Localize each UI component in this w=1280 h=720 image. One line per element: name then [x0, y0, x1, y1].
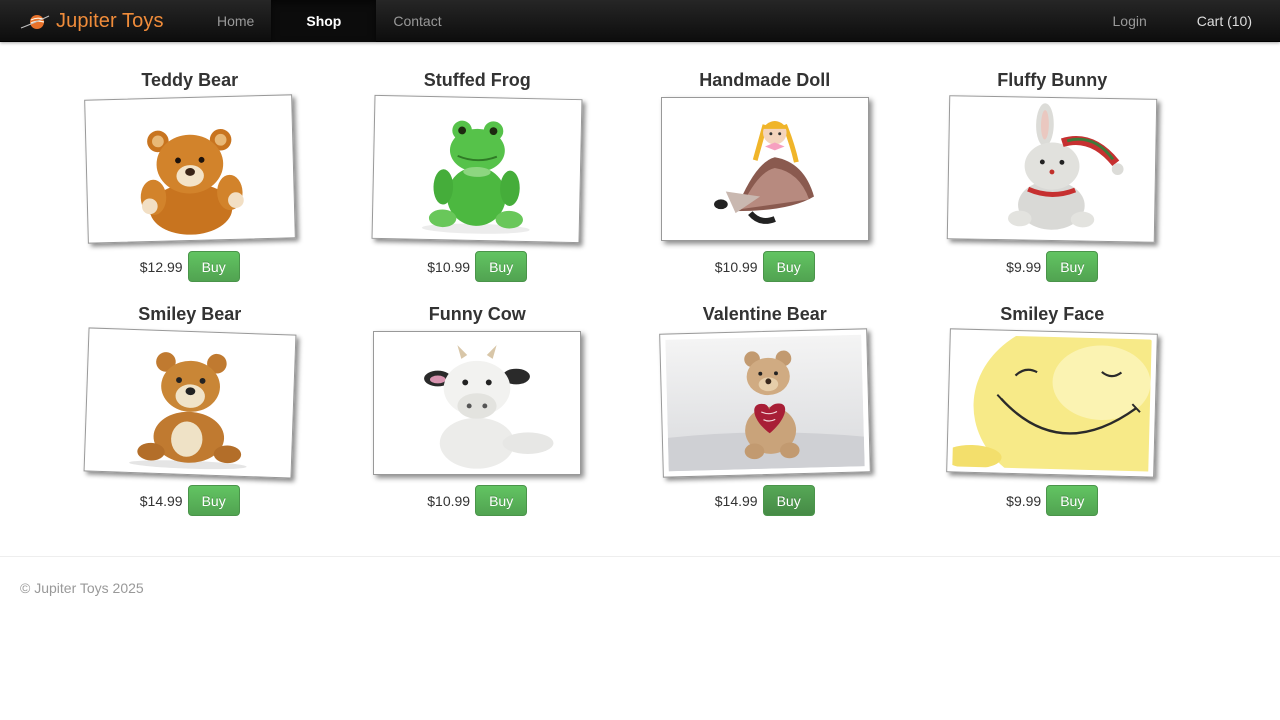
nav-home-link[interactable]: Home — [200, 0, 271, 42]
footer-divider — [0, 556, 1280, 557]
product-title: Smiley Bear — [138, 304, 242, 324]
brand[interactable]: Jupiter Toys — [20, 0, 164, 42]
product-title: Handmade Doll — [699, 70, 831, 90]
product-title: Smiley Face — [1000, 304, 1105, 324]
product-image-frame — [947, 95, 1158, 243]
product-title: Funny Cow — [428, 304, 526, 324]
cart-link[interactable]: Cart (10) — [1197, 13, 1252, 29]
smiley-face-image — [952, 334, 1152, 472]
buy-button[interactable]: Buy — [187, 485, 240, 516]
buy-row: $14.99 Buy — [715, 485, 815, 516]
product-card: Valentine Bear $14.99 Buy — [621, 302, 909, 536]
product-card: Funny Cow $10.99 Buy — [334, 302, 622, 536]
product-price: $9.99 — [1006, 492, 1042, 509]
product-card: Smiley Bear $14.99 Buy — [46, 302, 334, 536]
buy-row: $10.99 Buy — [715, 251, 815, 282]
product-image-frame — [373, 331, 582, 475]
buy-row: $14.99 Buy — [140, 485, 240, 516]
buy-button[interactable]: Buy — [187, 251, 240, 282]
login-link[interactable]: Login — [1113, 13, 1147, 29]
buy-button[interactable]: Buy — [1046, 485, 1099, 516]
product-title: Fluffy Bunny — [997, 70, 1108, 90]
product-title: Teddy Bear — [141, 70, 239, 90]
product-image-frame — [83, 327, 297, 479]
product-grid: Teddy Bear $12.99 Buy Stuffed Frog $10.9… — [46, 68, 1196, 536]
footer-copyright: © Jupiter Toys 2025 — [20, 580, 144, 596]
product-image-frame — [946, 328, 1159, 478]
buy-button[interactable]: Buy — [762, 251, 815, 282]
valentine-bear-image — [665, 334, 865, 472]
product-price: $10.99 — [427, 258, 471, 275]
product-card: Stuffed Frog $10.99 Buy — [334, 68, 622, 302]
product-card: Handmade Doll $10.99 Buy — [621, 68, 909, 302]
product-title: Stuffed Frog — [423, 70, 531, 90]
product-image-frame — [83, 94, 296, 244]
planet-logo-icon — [20, 15, 50, 29]
buy-button[interactable]: Buy — [1046, 251, 1099, 282]
fluffy-bunny-image — [953, 101, 1152, 237]
product-image-frame — [658, 328, 871, 478]
product-card: Fluffy Bunny $9.99 Buy — [909, 68, 1197, 302]
buy-button[interactable]: Buy — [475, 485, 528, 516]
product-image-frame — [660, 97, 869, 241]
product-image-frame — [371, 94, 583, 244]
product-price: $10.99 — [714, 258, 758, 275]
buy-button[interactable]: Buy — [762, 485, 815, 516]
buy-row: $9.99 Buy — [1006, 251, 1099, 282]
handmade-doll-image — [666, 103, 863, 235]
product-price: $10.99 — [427, 492, 471, 509]
buy-row: $10.99 Buy — [427, 251, 528, 282]
teddy-bear-image — [90, 100, 290, 238]
buy-button[interactable]: Buy — [475, 251, 528, 282]
buy-row: $9.99 Buy — [1006, 485, 1099, 516]
product-price: $14.99 — [714, 492, 758, 509]
buy-row: $12.99 Buy — [140, 251, 240, 282]
buy-row: $10.99 Buy — [427, 485, 528, 516]
brand-name: Jupiter Toys — [56, 9, 164, 32]
product-price: $14.99 — [139, 492, 183, 509]
product-price: $9.99 — [1006, 258, 1042, 275]
funny-cow-image — [379, 337, 576, 469]
product-price: $12.99 — [139, 258, 183, 275]
nav-shop-link[interactable]: Shop — [271, 0, 377, 42]
product-title: Valentine Bear — [702, 304, 827, 324]
smiley-bear-image — [89, 333, 290, 473]
nav-right: Login Cart (10) — [1113, 0, 1253, 42]
product-card: Smiley Face $9.99 Buy — [909, 302, 1197, 536]
product-card: Teddy Bear $12.99 Buy — [46, 68, 334, 302]
stuffed-frog-image — [377, 101, 577, 237]
top-navbar: Jupiter Toys Home Shop Contact Login Car… — [0, 0, 1280, 42]
nav-links: Home Shop Contact — [200, 0, 459, 42]
nav-contact-link[interactable]: Contact — [376, 0, 458, 42]
